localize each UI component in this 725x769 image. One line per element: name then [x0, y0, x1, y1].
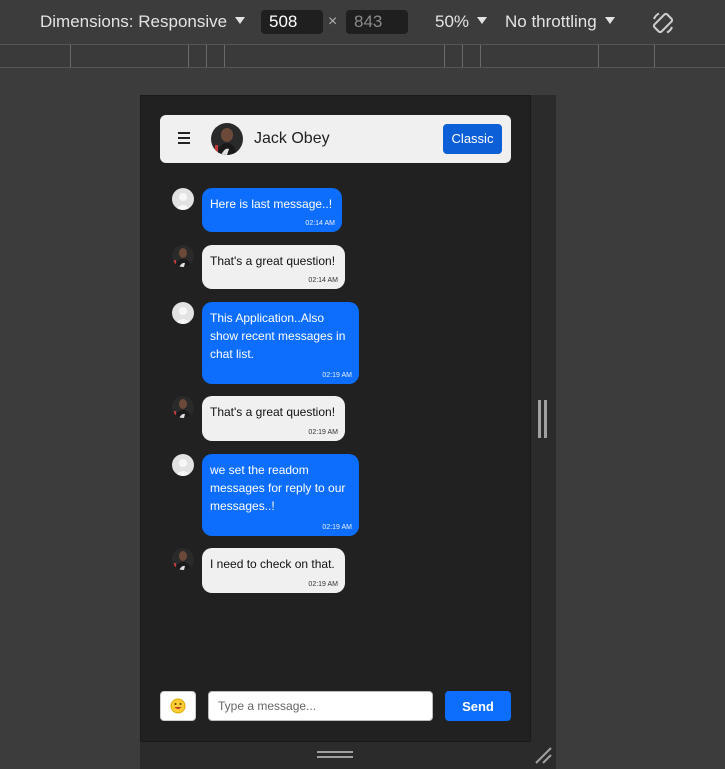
message-text: I need to check on that. — [210, 557, 335, 571]
message-time: 02:19 AM — [322, 524, 352, 531]
throttling-label: No throttling — [505, 12, 597, 31]
chevron-down-icon — [604, 17, 615, 24]
message-time: 02:19 AM — [308, 581, 338, 588]
resize-corner-icon[interactable] — [534, 746, 552, 764]
devtools-toolbar: Dimensions: Responsive 508 × 843 50% No … — [0, 0, 725, 44]
zoom-label: 50% — [435, 12, 470, 31]
message-bubble-sent: we set the readom messages for reply to … — [202, 454, 359, 536]
message-text: That's a great question! — [210, 405, 336, 419]
message-bubble-sent: This Application..Also show recent messa… — [202, 302, 359, 384]
message-input[interactable] — [208, 691, 433, 721]
message-text: Here is last message..! — [210, 197, 333, 211]
avatar-default-icon — [172, 302, 194, 324]
emoji-face-icon — [170, 698, 186, 714]
height-input[interactable]: 843 — [346, 10, 408, 34]
message-time: 02:19 AM — [322, 372, 352, 379]
hamburger-menu-icon[interactable] — [178, 132, 190, 144]
message-time: 02:19 AM — [308, 429, 338, 436]
classic-button[interactable]: Classic — [443, 124, 502, 154]
message-bubble-received: That's a great question! 02:19 AM — [202, 396, 345, 441]
message-time: 02:14 AM — [308, 277, 338, 284]
times-separator: × — [328, 13, 338, 30]
zoom-dropdown[interactable]: 50% — [435, 12, 488, 32]
dimensions-dropdown[interactable]: Dimensions: Responsive — [40, 12, 246, 32]
message-text: This Application..Also show recent messa… — [210, 311, 346, 361]
resize-handle-horizontal[interactable] — [317, 751, 353, 759]
send-button[interactable]: Send — [445, 691, 511, 721]
contact-avatar[interactable] — [211, 123, 243, 155]
width-input[interactable]: 508 — [261, 10, 323, 34]
contact-avatar — [172, 245, 194, 267]
contact-avatar — [172, 396, 194, 418]
avatar-default-icon — [172, 188, 194, 210]
emoji-button[interactable] — [160, 691, 196, 721]
message-bubble-received: That's a great question! 02:14 AM — [202, 245, 345, 289]
chevron-down-icon — [235, 17, 246, 24]
contact-name: Jack Obey — [254, 130, 330, 147]
resize-handle-vertical[interactable] — [538, 400, 548, 438]
chat-header: Jack Obey Classic — [160, 115, 511, 163]
dimensions-label: Dimensions: Responsive — [40, 12, 228, 31]
contact-avatar — [172, 548, 194, 570]
avatar-default-icon — [172, 454, 194, 476]
message-time: 02:14 AM — [305, 220, 335, 227]
chevron-down-icon — [477, 17, 488, 24]
message-text: That's a great question! — [210, 254, 336, 268]
message-text: we set the readom messages for reply to … — [210, 463, 346, 513]
message-bubble-sent: Here is last message..! 02:14 AM — [202, 188, 342, 232]
message-bubble-received: I need to check on that. 02:19 AM — [202, 548, 345, 593]
throttling-dropdown[interactable]: No throttling — [505, 12, 615, 32]
media-query-ruler — [0, 44, 725, 68]
rotate-icon[interactable] — [650, 10, 676, 36]
